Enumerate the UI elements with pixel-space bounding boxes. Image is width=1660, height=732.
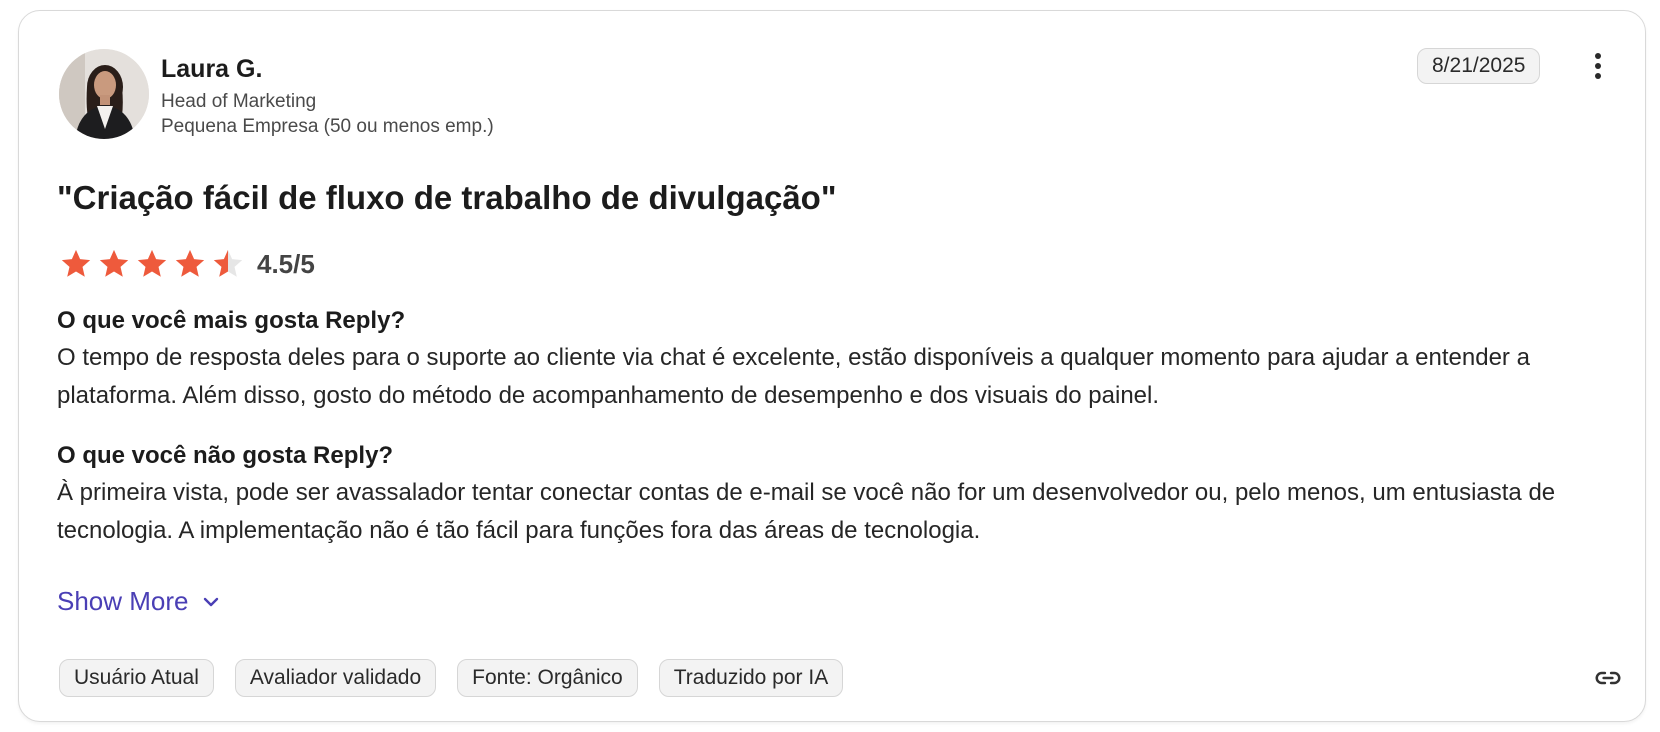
reviewer-name: Laura G.: [161, 55, 263, 83]
tag-badge: Traduzido por IA: [658, 659, 844, 697]
show-more-label: Show More: [57, 586, 189, 616]
star-icon: [99, 249, 129, 277]
chevron-down-icon: [203, 597, 218, 606]
star-icon: [175, 249, 205, 277]
answer-like: O tempo de resposta deles para o suporte…: [57, 344, 1530, 409]
rating-text: 4.5/5: [257, 248, 315, 279]
answer-dislike: À primeira vista, pode ser avassalador t…: [57, 479, 1556, 544]
review-card: Laura G. Head of Marketing Pequena Empre…: [18, 10, 1646, 722]
tag-badge: Fonte: Orgânico: [457, 659, 638, 697]
avatar-photo: [59, 49, 149, 139]
question-like: O que você mais gosta Reply?: [57, 307, 406, 334]
tag-badge: Usuário Atual: [59, 659, 214, 697]
tag-badge: Avaliador validado: [234, 659, 437, 697]
review-date-badge: 8/21/2025: [1417, 48, 1541, 84]
link-icon[interactable]: [1593, 663, 1623, 693]
avatar: [59, 49, 149, 139]
star-icon: [61, 249, 91, 277]
half-star-icon: [213, 249, 243, 277]
reviewer-role: Head of Marketing: [161, 91, 317, 112]
star-icon: [137, 249, 167, 277]
more-vertical-icon[interactable]: [1587, 51, 1609, 81]
question-dislike: O que você não gosta Reply?: [57, 442, 394, 469]
show-more-button[interactable]: Show More: [57, 586, 219, 617]
reviewer-company: Pequena Empresa (50 ou menos emp.): [161, 116, 494, 137]
star-rating: 4.5/5: [59, 245, 315, 283]
review-title: "Criação fácil de fluxo de trabalho de d…: [57, 179, 837, 216]
review-tags: Usuário Atual Avaliador validado Fonte: …: [59, 659, 864, 697]
